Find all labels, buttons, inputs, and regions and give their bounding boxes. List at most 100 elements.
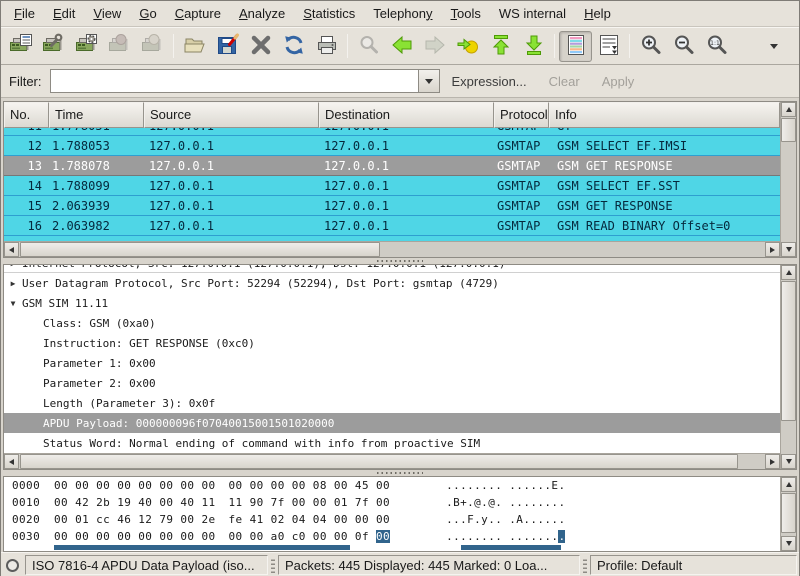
hex-dump: 000000 00 00 00 00 00 00 0000 00 00 00 0… [4,477,780,551]
triangle-up-icon [786,482,792,487]
zoom-in-button[interactable] [634,31,667,62]
menu-telephony[interactable]: Telephony [364,2,441,26]
splitter-grip-icon [377,472,423,474]
menu-analyze[interactable]: Analyze [230,2,294,26]
open-folder-icon [183,33,207,60]
packet-row[interactable]: 15 2.063939 127.0.0.1 127.0.0.1 GSMTAP G… [4,196,780,216]
hex-line[interactable]: 003000 00 00 00 00 00 00 0000 00 a0 c0 0… [12,528,780,545]
scroll-up-button[interactable] [781,265,796,280]
tree-row-parameter2[interactable]: Parameter 2: 0x00 [4,373,780,393]
auto-scroll-toggle-button[interactable] [592,31,625,62]
go-forward-button[interactable] [418,31,451,62]
toolbar-overflow-button[interactable] [757,31,790,62]
menu-ws-internal[interactable]: WS internal [490,2,575,26]
zoom-out-button[interactable] [667,31,700,62]
tree-row-parameter1[interactable]: Parameter 1: 0x00 [4,353,780,373]
reload-button[interactable] [277,31,310,62]
go-back-button[interactable] [385,31,418,62]
menu-statistics[interactable]: Statistics [294,2,364,26]
capture-stop-button[interactable] [103,31,136,62]
tree-row-class[interactable]: Class: GSM (0xa0) [4,313,780,333]
capture-options-button[interactable] [37,31,70,62]
scroll-down-button[interactable] [781,536,796,551]
scroll-down-button[interactable] [781,242,796,257]
chevron-down-icon [425,79,433,84]
filter-combo-button[interactable] [418,69,440,93]
go-to-packet-button[interactable] [451,31,484,62]
scroll-up-button[interactable] [781,102,796,117]
scroll-left-button[interactable] [4,454,19,469]
column-header-no[interactable]: No. [4,102,49,128]
triangle-down-icon [786,541,792,546]
forward-arrow-icon [423,33,447,60]
hex-line[interactable]: 001000 42 2b 19 40 00 40 1111 90 7f 00 0… [12,494,780,511]
hscroll-thumb[interactable] [20,242,380,257]
column-header-protocol[interactable]: Protocol [494,102,549,128]
hex-line[interactable]: 002000 01 cc 46 12 79 00 2efe 41 02 04 0… [12,511,780,528]
column-header-destination[interactable]: Destination [319,102,494,128]
packet-row[interactable]: 14 1.788099 127.0.0.1 127.0.0.1 GSMTAP G… [4,176,780,196]
column-header-time[interactable]: Time [49,102,144,128]
scroll-up-button[interactable] [781,477,796,492]
tree-row-apdu-payload-selected[interactable]: APDU Payload: 000000096f0704001500150102… [4,413,780,433]
protocol-tree: ▶Internet Protocol, Src: 127.0.0.1 (127.… [4,265,780,469]
packet-list-vscrollbar[interactable] [780,102,796,257]
triangle-left-icon [9,247,14,253]
packet-row-selected[interactable]: 13 1.788078 127.0.0.1 127.0.0.1 GSMTAP G… [4,156,780,176]
print-button[interactable] [310,31,343,62]
vscroll-thumb[interactable] [781,118,796,142]
scroll-right-button[interactable] [765,242,780,257]
hex-vscrollbar[interactable] [780,477,796,551]
menu-file[interactable]: File [5,2,44,26]
go-to-bottom-button[interactable] [517,31,550,62]
column-header-source[interactable]: Source [144,102,319,128]
capture-start-button[interactable] [70,31,103,62]
expander-expanded-icon[interactable]: ▼ [4,299,22,308]
zoom-normal-button[interactable]: 1:1 [700,31,733,62]
expert-info-icon[interactable] [6,559,19,572]
packet-row[interactable]: 12 1.788053 127.0.0.1 127.0.0.1 GSMTAP G… [4,136,780,156]
vscroll-thumb[interactable] [781,493,796,533]
filter-input[interactable] [50,69,418,93]
packet-row[interactable]: 16 2.063982 127.0.0.1 127.0.0.1 GSMTAP G… [4,216,780,236]
tree-row-length[interactable]: Length (Parameter 3): 0x0f [4,393,780,413]
scroll-left-button[interactable] [4,242,19,257]
details-hscrollbar[interactable] [4,453,780,469]
open-file-button[interactable] [178,31,211,62]
menu-view[interactable]: View [84,2,130,26]
hscroll-thumb[interactable] [20,454,738,469]
tree-row-udp[interactable]: ▶User Datagram Protocol, Src Port: 52294… [4,273,780,293]
save-file-button[interactable] [211,31,244,62]
go-to-top-button[interactable] [484,31,517,62]
list-interfaces-button[interactable] [4,31,37,62]
tree-row-gsm-sim[interactable]: ▼GSM SIM 11.11 [4,293,780,313]
details-vscrollbar[interactable] [780,265,796,469]
expression-button[interactable]: Expression... [452,74,527,89]
menu-edit[interactable]: Edit [44,2,84,26]
packet-row-partial[interactable]: 11 1.778051 127.0.0.1 127.0.0.1 GSMTAP G… [4,128,780,136]
tree-row-instruction[interactable]: Instruction: GET RESPONSE (0xc0) [4,333,780,353]
packet-list-hscrollbar[interactable] [4,241,780,257]
scroll-right-button[interactable] [765,454,780,469]
find-packet-button[interactable] [352,31,385,62]
apply-button[interactable]: Apply [602,74,635,89]
capture-restart-button[interactable] [136,31,169,62]
menu-capture[interactable]: Capture [166,2,230,26]
tree-row-partial[interactable]: ▶Internet Protocol, Src: 127.0.0.1 (127.… [4,265,780,273]
selected-byte[interactable]: 00 [376,530,390,543]
column-header-info[interactable]: Info [549,102,780,128]
clear-button[interactable]: Clear [549,74,580,89]
hex-line[interactable]: 000000 00 00 00 00 00 00 0000 00 00 00 0… [12,477,780,494]
tree-row-status-word[interactable]: Status Word: Normal ending of command wi… [4,433,780,453]
scroll-down-button[interactable] [781,454,796,469]
colorize-toggle-button[interactable] [559,31,592,62]
menu-bar: File Edit View Go Capture Analyze Statis… [1,1,799,27]
filter-bar: Filter: Expression... Clear Apply [1,65,799,98]
vscroll-thumb[interactable] [781,281,796,421]
expander-collapsed-icon[interactable]: ▶ [4,279,22,288]
menu-go[interactable]: Go [130,2,165,26]
magnifier-icon [357,33,381,60]
menu-help[interactable]: Help [575,2,620,26]
menu-tools[interactable]: Tools [442,2,490,26]
close-file-button[interactable] [244,31,277,62]
